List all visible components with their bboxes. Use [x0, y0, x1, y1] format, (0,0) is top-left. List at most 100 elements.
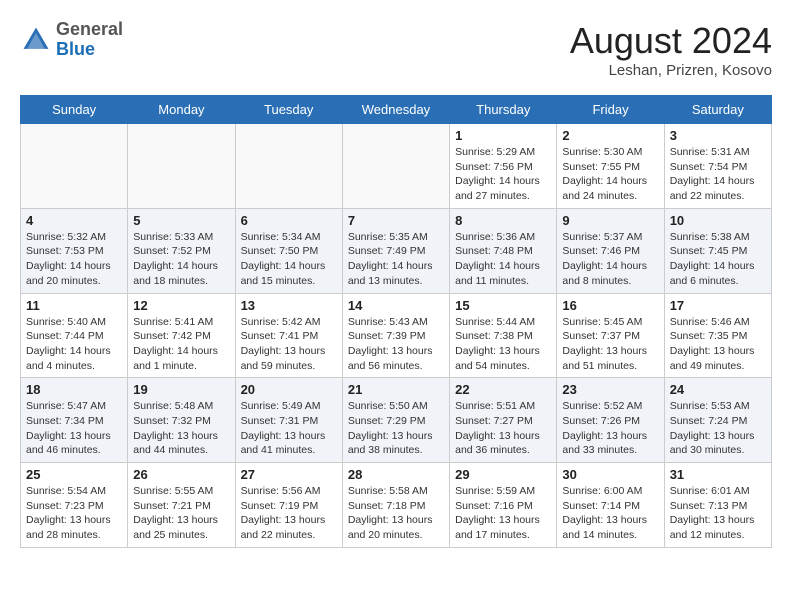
page-header: General Blue August 2024 Leshan, Prizren… — [20, 20, 772, 79]
month-year: August 2024 — [570, 20, 772, 62]
day-info: Sunrise: 5:48 AM Sunset: 7:32 PM Dayligh… — [133, 399, 229, 458]
calendar-cell: 13 Sunrise: 5:42 AM Sunset: 7:41 PM Dayli… — [235, 293, 342, 378]
day-info: Sunrise: 5:59 AM Sunset: 7:16 PM Dayligh… — [455, 484, 551, 543]
day-number: 29 — [455, 467, 551, 482]
day-number: 17 — [670, 298, 766, 313]
calendar-cell: 27 Sunrise: 5:56 AM Sunset: 7:19 PM Dayli… — [235, 463, 342, 548]
location: Leshan, Prizren, Kosovo — [570, 62, 772, 79]
day-number: 8 — [455, 213, 551, 228]
day-info: Sunrise: 5:30 AM Sunset: 7:55 PM Dayligh… — [562, 145, 658, 204]
calendar-week-row-1: 1 Sunrise: 5:29 AM Sunset: 7:56 PM Daylig… — [21, 124, 772, 209]
calendar-cell: 20 Sunrise: 5:49 AM Sunset: 7:31 PM Dayli… — [235, 378, 342, 463]
calendar-cell: 6 Sunrise: 5:34 AM Sunset: 7:50 PM Daylig… — [235, 208, 342, 293]
day-info: Sunrise: 5:46 AM Sunset: 7:35 PM Dayligh… — [670, 315, 766, 374]
day-number: 20 — [241, 382, 337, 397]
weekday-header-friday: Friday — [557, 96, 664, 124]
day-info: Sunrise: 5:51 AM Sunset: 7:27 PM Dayligh… — [455, 399, 551, 458]
calendar-week-row-2: 4 Sunrise: 5:32 AM Sunset: 7:53 PM Daylig… — [21, 208, 772, 293]
calendar-week-row-3: 11Sunrise: 5:40 AM Sunset: 7:44 PM Dayli… — [21, 293, 772, 378]
calendar-cell: 15Sunrise: 5:44 AM Sunset: 7:38 PM Dayli… — [450, 293, 557, 378]
calendar-cell: 16 Sunrise: 5:45 AM Sunset: 7:37 PM Dayli… — [557, 293, 664, 378]
calendar-cell: 28 Sunrise: 5:58 AM Sunset: 7:18 PM Dayli… — [342, 463, 449, 548]
calendar-cell: 8 Sunrise: 5:36 AM Sunset: 7:48 PM Daylig… — [450, 208, 557, 293]
day-number: 1 — [455, 128, 551, 143]
day-number: 25 — [26, 467, 122, 482]
day-info: Sunrise: 5:56 AM Sunset: 7:19 PM Dayligh… — [241, 484, 337, 543]
calendar-cell: 26 Sunrise: 5:55 AM Sunset: 7:21 PM Dayli… — [128, 463, 235, 548]
calendar-cell: 21Sunrise: 5:50 AM Sunset: 7:29 PM Dayli… — [342, 378, 449, 463]
day-number: 4 — [26, 213, 122, 228]
day-info: Sunrise: 5:41 AM Sunset: 7:42 PM Dayligh… — [133, 315, 229, 374]
calendar-week-row-4: 18 Sunrise: 5:47 AM Sunset: 7:34 PM Dayli… — [21, 378, 772, 463]
weekday-header-saturday: Saturday — [664, 96, 771, 124]
logo-blue-text: Blue — [56, 39, 95, 59]
day-number: 18 — [26, 382, 122, 397]
day-info: Sunrise: 5:35 AM Sunset: 7:49 PM Dayligh… — [348, 230, 444, 289]
day-number: 5 — [133, 213, 229, 228]
calendar-cell: 31 Sunrise: 6:01 AM Sunset: 7:13 PM Dayli… — [664, 463, 771, 548]
day-info: Sunrise: 5:53 AM Sunset: 7:24 PM Dayligh… — [670, 399, 766, 458]
day-info: Sunrise: 5:44 AM Sunset: 7:38 PM Dayligh… — [455, 315, 551, 374]
calendar-cell: 14Sunrise: 5:43 AM Sunset: 7:39 PM Dayli… — [342, 293, 449, 378]
logo: General Blue — [20, 20, 123, 60]
day-info: Sunrise: 6:00 AM Sunset: 7:14 PM Dayligh… — [562, 484, 658, 543]
day-info: Sunrise: 5:49 AM Sunset: 7:31 PM Dayligh… — [241, 399, 337, 458]
calendar-cell: 7Sunrise: 5:35 AM Sunset: 7:49 PM Daylig… — [342, 208, 449, 293]
calendar-cell: 22 Sunrise: 5:51 AM Sunset: 7:27 PM Dayli… — [450, 378, 557, 463]
weekday-header-row: SundayMondayTuesdayWednesdayThursdayFrid… — [21, 96, 772, 124]
day-info: Sunrise: 5:33 AM Sunset: 7:52 PM Dayligh… — [133, 230, 229, 289]
day-number: 19 — [133, 382, 229, 397]
weekday-header-sunday: Sunday — [21, 96, 128, 124]
calendar-cell: 23Sunrise: 5:52 AM Sunset: 7:26 PM Dayli… — [557, 378, 664, 463]
day-number: 28 — [348, 467, 444, 482]
calendar-cell: 1 Sunrise: 5:29 AM Sunset: 7:56 PM Daylig… — [450, 124, 557, 209]
title-block: August 2024 Leshan, Prizren, Kosovo — [570, 20, 772, 79]
day-info: Sunrise: 5:55 AM Sunset: 7:21 PM Dayligh… — [133, 484, 229, 543]
day-number: 13 — [241, 298, 337, 313]
calendar-table: SundayMondayTuesdayWednesdayThursdayFrid… — [20, 95, 772, 548]
calendar-cell: 17 Sunrise: 5:46 AM Sunset: 7:35 PM Dayli… — [664, 293, 771, 378]
day-info: Sunrise: 5:47 AM Sunset: 7:34 PM Dayligh… — [26, 399, 122, 458]
weekday-header-monday: Monday — [128, 96, 235, 124]
day-number: 24 — [670, 382, 766, 397]
day-info: Sunrise: 5:45 AM Sunset: 7:37 PM Dayligh… — [562, 315, 658, 374]
logo-icon — [20, 24, 52, 56]
calendar-cell — [21, 124, 128, 209]
calendar-cell: 11Sunrise: 5:40 AM Sunset: 7:44 PM Dayli… — [21, 293, 128, 378]
day-number: 22 — [455, 382, 551, 397]
calendar-cell: 25Sunrise: 5:54 AM Sunset: 7:23 PM Dayli… — [21, 463, 128, 548]
day-number: 3 — [670, 128, 766, 143]
day-number: 12 — [133, 298, 229, 313]
calendar-cell: 9 Sunrise: 5:37 AM Sunset: 7:46 PM Daylig… — [557, 208, 664, 293]
day-info: Sunrise: 5:34 AM Sunset: 7:50 PM Dayligh… — [241, 230, 337, 289]
calendar-cell: 12 Sunrise: 5:41 AM Sunset: 7:42 PM Dayli… — [128, 293, 235, 378]
day-number: 9 — [562, 213, 658, 228]
calendar-cell: 19 Sunrise: 5:48 AM Sunset: 7:32 PM Dayli… — [128, 378, 235, 463]
day-number: 6 — [241, 213, 337, 228]
calendar-cell: 30Sunrise: 6:00 AM Sunset: 7:14 PM Dayli… — [557, 463, 664, 548]
day-info: Sunrise: 5:43 AM Sunset: 7:39 PM Dayligh… — [348, 315, 444, 374]
day-info: Sunrise: 5:32 AM Sunset: 7:53 PM Dayligh… — [26, 230, 122, 289]
day-info: Sunrise: 6:01 AM Sunset: 7:13 PM Dayligh… — [670, 484, 766, 543]
day-info: Sunrise: 5:37 AM Sunset: 7:46 PM Dayligh… — [562, 230, 658, 289]
calendar-cell — [128, 124, 235, 209]
day-info: Sunrise: 5:58 AM Sunset: 7:18 PM Dayligh… — [348, 484, 444, 543]
day-number: 31 — [670, 467, 766, 482]
day-number: 27 — [241, 467, 337, 482]
calendar-cell — [342, 124, 449, 209]
logo-general-text: General — [56, 19, 123, 39]
day-number: 2 — [562, 128, 658, 143]
calendar-cell: 24 Sunrise: 5:53 AM Sunset: 7:24 PM Dayli… — [664, 378, 771, 463]
day-info: Sunrise: 5:29 AM Sunset: 7:56 PM Dayligh… — [455, 145, 551, 204]
day-info: Sunrise: 5:42 AM Sunset: 7:41 PM Dayligh… — [241, 315, 337, 374]
day-info: Sunrise: 5:38 AM Sunset: 7:45 PM Dayligh… — [670, 230, 766, 289]
day-info: Sunrise: 5:31 AM Sunset: 7:54 PM Dayligh… — [670, 145, 766, 204]
day-number: 16 — [562, 298, 658, 313]
day-number: 11 — [26, 298, 122, 313]
day-number: 26 — [133, 467, 229, 482]
day-info: Sunrise: 5:36 AM Sunset: 7:48 PM Dayligh… — [455, 230, 551, 289]
calendar-cell: 18 Sunrise: 5:47 AM Sunset: 7:34 PM Dayli… — [21, 378, 128, 463]
calendar-cell: 2 Sunrise: 5:30 AM Sunset: 7:55 PM Daylig… — [557, 124, 664, 209]
calendar-cell: 5 Sunrise: 5:33 AM Sunset: 7:52 PM Daylig… — [128, 208, 235, 293]
calendar-cell: 4 Sunrise: 5:32 AM Sunset: 7:53 PM Daylig… — [21, 208, 128, 293]
